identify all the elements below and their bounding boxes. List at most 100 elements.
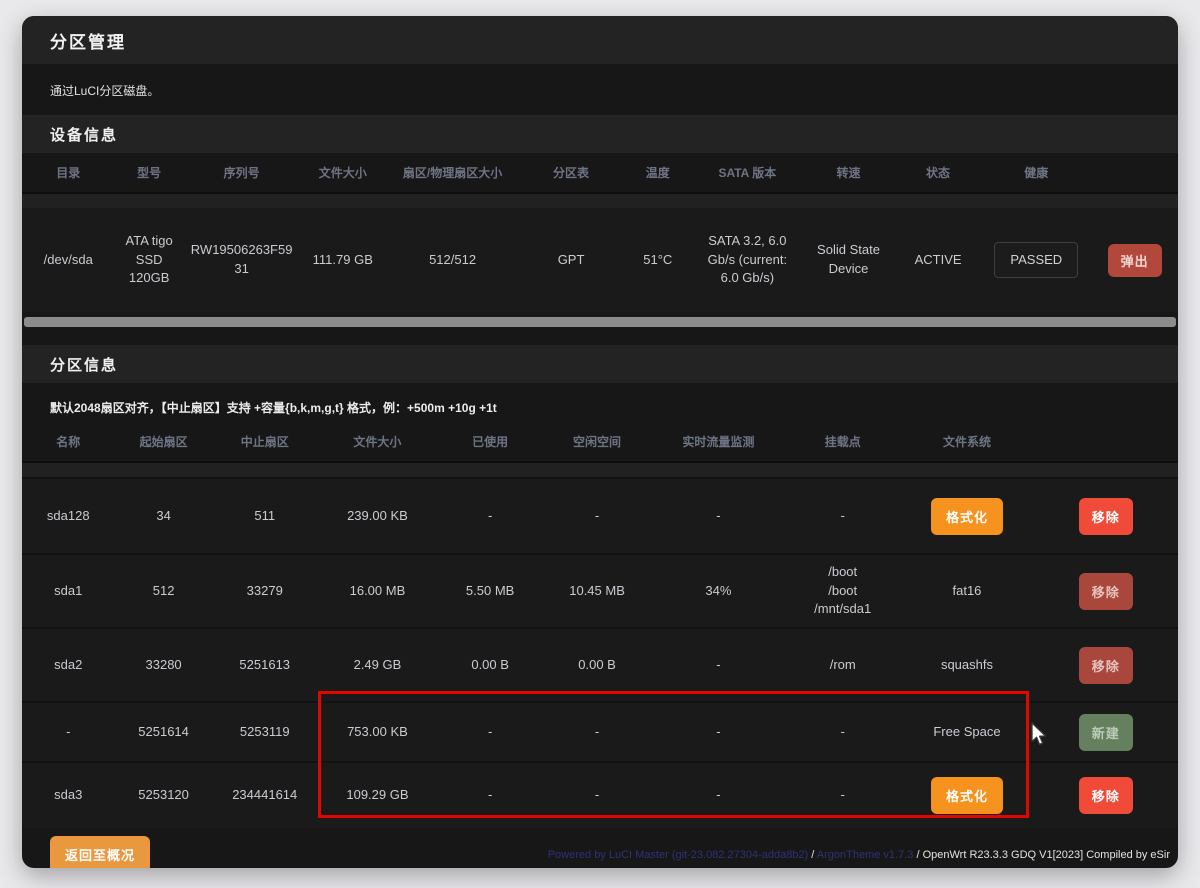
filesystem-type: fat16 [901, 554, 1034, 628]
remove-button[interactable]: 移除 [1079, 498, 1133, 535]
device-table: 目录 型号 序列号 文件大小 扇区/物理扇区大小 分区表 温度 SATA 版本 … [22, 153, 1178, 312]
mount-point: - [785, 478, 901, 554]
col-directory: 目录 [22, 153, 114, 193]
partition-row-sda3: sda3 5253120 234441614 109.29 GB - - - -… [22, 762, 1178, 828]
start-sector: 5251614 [114, 702, 212, 762]
col-start-sector: 起始扇区 [114, 422, 212, 462]
end-sector: 234441614 [213, 762, 317, 828]
col-free: 空闲空间 [542, 422, 652, 462]
format-button[interactable]: 格式化 [931, 498, 1003, 535]
traffic-monitor: 34% [652, 554, 785, 628]
health-badge: PASSED [994, 242, 1078, 279]
col-name: 名称 [22, 422, 114, 462]
partition-row-sda128: sda128 34 511 239.00 KB - - - - 格式化 移除 [22, 478, 1178, 554]
page-title: 分区管理 [50, 28, 126, 53]
page-title-bar: 分区管理 [22, 16, 1178, 64]
mount-point: - [785, 762, 901, 828]
free-space: - [542, 702, 652, 762]
new-partition-button[interactable]: 新建 [1079, 714, 1133, 751]
traffic-monitor: - [652, 478, 785, 554]
device-sata-version: SATA 3.2, 6.0 Gb/s (current: 6.0 Gb/s) [692, 208, 802, 312]
partition-name: sda1 [22, 554, 114, 628]
start-sector: 5253120 [114, 762, 212, 828]
col-temperature: 温度 [623, 153, 692, 193]
back-to-overview-button[interactable]: 返回至概况 [50, 836, 150, 868]
col-partition-table: 分区表 [519, 153, 623, 193]
mount-point: /rom [785, 628, 901, 702]
eject-button[interactable]: 弹出 [1108, 244, 1162, 277]
start-sector: 512 [114, 554, 212, 628]
partition-size: 239.00 KB [317, 478, 438, 554]
partition-section-title: 分区信息 [50, 354, 118, 375]
col-status: 状态 [895, 153, 982, 193]
start-sector: 34 [114, 478, 212, 554]
col-part-size: 文件大小 [317, 422, 438, 462]
device-size: 111.79 GB [299, 208, 386, 312]
remove-button[interactable]: 移除 [1079, 573, 1133, 610]
col-end-sector: 中止扇区 [213, 422, 317, 462]
free-space: - [542, 478, 652, 554]
device-rotation: Solid State Device [802, 208, 894, 312]
col-file-size: 文件大小 [299, 153, 386, 193]
device-path: /dev/sda [22, 208, 114, 312]
col-part-actions [1033, 422, 1178, 462]
luci-credit-link[interactable]: Powered by LuCI Master (git-23.082.27304… [548, 849, 809, 861]
credit-separator: / [808, 849, 817, 861]
partition-table: 名称 起始扇区 中止扇区 文件大小 已使用 空闲空间 实时流量监测 挂载点 文件… [22, 422, 1178, 828]
used-space: - [438, 762, 542, 828]
device-section-header: 设备信息 [22, 115, 1178, 153]
partition-row-free-space: - 5251614 5253119 753.00 KB - - - - Free… [22, 702, 1178, 762]
partition-note: 默认2048扇区对齐，【中止扇区】支持 +容量{b,k,m,g,t} 格式，例：… [50, 399, 1150, 416]
argon-theme-link[interactable]: ArgonTheme v1.7.3 [817, 849, 914, 861]
horizontal-scrollbar-thumb[interactable] [24, 317, 1176, 327]
device-section-title: 设备信息 [50, 124, 118, 145]
format-button[interactable]: 格式化 [931, 777, 1003, 814]
luci-panel: 分区管理 通过LuCI分区磁盘。 设备信息 目录 型号 序列号 文件大小 扇区/… [22, 16, 1178, 868]
col-mount-point: 挂载点 [785, 422, 901, 462]
free-space: 0.00 B [542, 628, 652, 702]
filesystem-type: Free Space [901, 702, 1034, 762]
end-sector: 5253119 [213, 702, 317, 762]
partition-row-sda2: sda2 33280 5251613 2.49 GB 0.00 B 0.00 B… [22, 628, 1178, 702]
partition-size: 16.00 MB [317, 554, 438, 628]
partition-size: 753.00 KB [317, 702, 438, 762]
col-sata-version: SATA 版本 [692, 153, 802, 193]
col-filesystem: 文件系统 [901, 422, 1034, 462]
partition-name: - [22, 702, 114, 762]
free-space: - [542, 762, 652, 828]
partition-size: 2.49 GB [317, 628, 438, 702]
device-table-spacer-row [22, 193, 1178, 208]
traffic-monitor: - [652, 628, 785, 702]
device-row: /dev/sda ATA tigo SSD 120GB RW19506263F5… [22, 208, 1178, 312]
used-space: - [438, 478, 542, 554]
free-space: 10.45 MB [542, 554, 652, 628]
partition-size: 109.29 GB [317, 762, 438, 828]
device-table-header-row: 目录 型号 序列号 文件大小 扇区/物理扇区大小 分区表 温度 SATA 版本 … [22, 153, 1178, 193]
device-model: ATA tigo SSD 120GB [114, 208, 183, 312]
credit-separator: / [913, 849, 922, 861]
end-sector: 511 [213, 478, 317, 554]
col-health: 健康 [981, 153, 1091, 193]
remove-button[interactable]: 移除 [1079, 777, 1133, 814]
partition-table-spacer-row [22, 462, 1178, 478]
used-space: - [438, 702, 542, 762]
partition-name: sda128 [22, 478, 114, 554]
build-version-text: OpenWrt R23.3.3 GDQ V1[2023] Compiled by… [923, 849, 1170, 861]
partition-row-sda1: sda1 512 33279 16.00 MB 5.50 MB 10.45 MB… [22, 554, 1178, 628]
partition-table-header-row: 名称 起始扇区 中止扇区 文件大小 已使用 空闲空间 实时流量监测 挂载点 文件… [22, 422, 1178, 462]
partition-section-header: 分区信息 [22, 345, 1178, 383]
mount-point: - [785, 702, 901, 762]
mount-point: /boot /boot /mnt/sda1 [785, 554, 901, 628]
partition-name: sda3 [22, 762, 114, 828]
filesystem-type: squashfs [901, 628, 1034, 702]
traffic-monitor: - [652, 702, 785, 762]
end-sector: 5251613 [213, 628, 317, 702]
traffic-monitor: - [652, 762, 785, 828]
footer: 返回至概况 Powered by LuCI Master (git-23.082… [22, 828, 1178, 868]
col-device-actions [1091, 153, 1178, 193]
page-description: 通过LuCI分区磁盘。 [22, 64, 1178, 115]
col-used: 已使用 [438, 422, 542, 462]
device-temperature: 51°C [623, 208, 692, 312]
remove-button[interactable]: 移除 [1079, 647, 1133, 684]
used-space: 5.50 MB [438, 554, 542, 628]
